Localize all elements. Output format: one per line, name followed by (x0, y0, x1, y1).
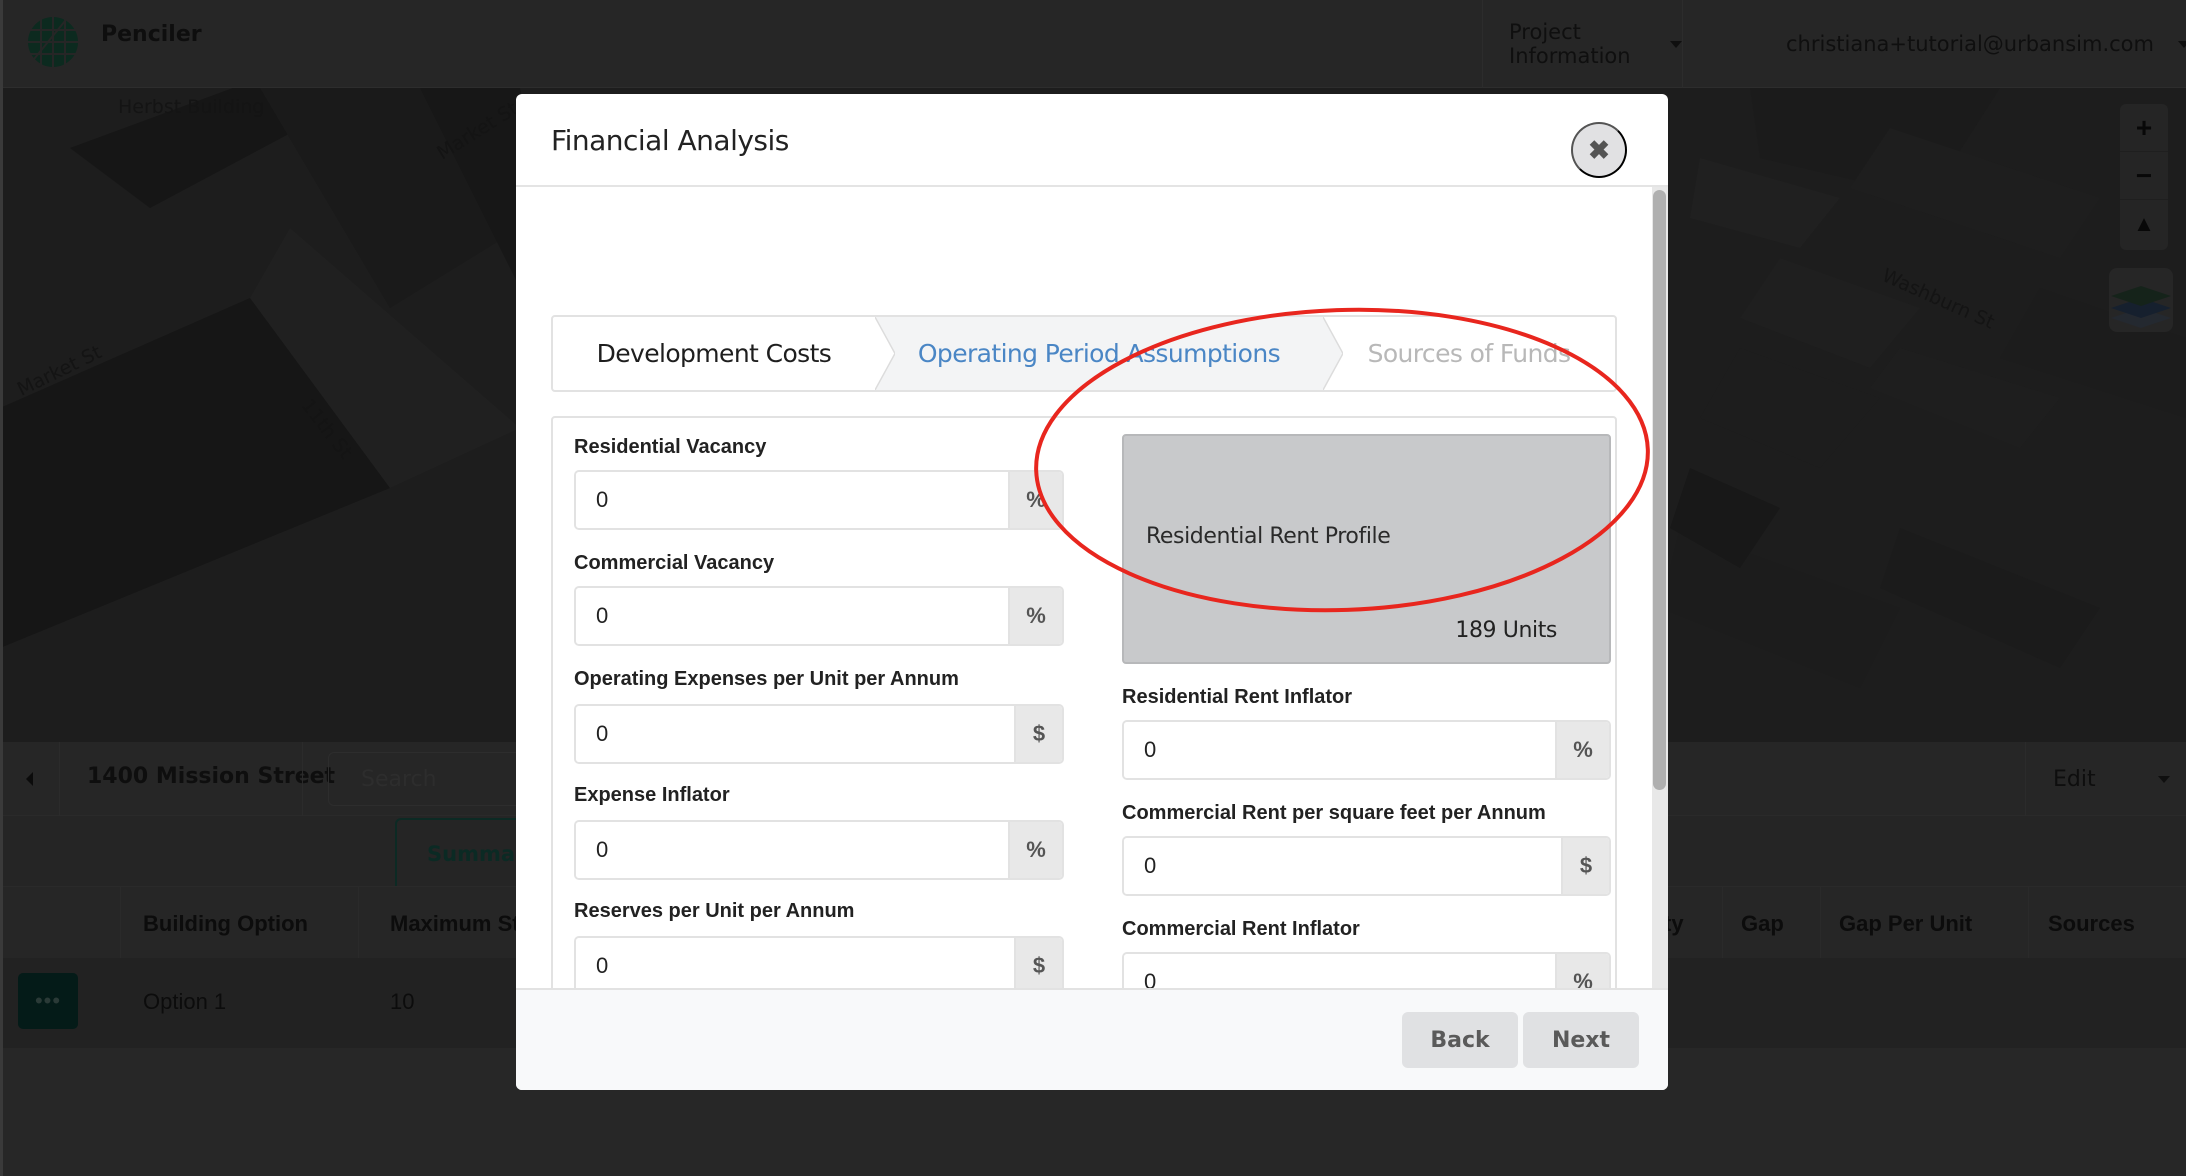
expense-inflator-input[interactable] (576, 822, 1008, 878)
project-information-menu[interactable]: Project Information (1482, 0, 1682, 88)
collapse-button[interactable] (0, 742, 60, 816)
step-label: Sources of Funds (1367, 339, 1571, 368)
project-name: 1400 Mission Street (87, 764, 336, 789)
percent-addon: % (1008, 472, 1062, 528)
expense-inflator-field: % (574, 820, 1064, 880)
residential-rent-inflator-label: Residential Rent Inflator (1122, 686, 1353, 708)
next-button[interactable]: Next (1523, 1012, 1639, 1068)
expense-inflator-label: Expense Inflator (574, 784, 730, 806)
residential-vacancy-input[interactable] (576, 472, 1008, 528)
operating-expenses-field: $ (574, 704, 1064, 764)
financial-analysis-modal: Financial Analysis ✖ Development Costs O… (516, 94, 1668, 1090)
commercial-vacancy-input[interactable] (576, 588, 1008, 644)
project-information-label: Project Information (1509, 20, 1631, 68)
compass-icon: ▲ (2133, 211, 2155, 236)
step-sources-of-funds[interactable]: Sources of Funds (1323, 317, 1615, 390)
residential-vacancy-field: % (574, 470, 1064, 530)
close-icon: ✖ (1588, 134, 1610, 165)
reserves-field: $ (574, 936, 1064, 988)
residential-vacancy-label: Residential Vacancy (574, 436, 767, 458)
percent-addon: % (1008, 588, 1062, 644)
caret-down-icon (2157, 775, 2170, 783)
dollar-addon: $ (1014, 938, 1062, 988)
percent-addon: % (1555, 954, 1609, 988)
reserves-label: Reserves per Unit per Annum (574, 900, 855, 922)
zoom-in-button[interactable]: + (2120, 104, 2168, 152)
modal-footer: Back Next (516, 988, 1668, 1090)
commercial-rent-input[interactable] (1124, 838, 1561, 894)
row-actions-button[interactable]: ••• (18, 973, 78, 1029)
step-chevron-icon (874, 317, 895, 390)
commercial-rent-label: Commercial Rent per square feet per Annu… (1122, 802, 1546, 824)
window-edge (0, 0, 3, 1176)
reserves-input[interactable] (576, 938, 1014, 988)
percent-addon: % (1555, 722, 1609, 778)
step-label: Operating Period Assumptions (917, 339, 1281, 368)
percent-addon: % (1008, 822, 1062, 878)
cell-maximum: 10 (390, 989, 415, 1014)
compass-button[interactable]: ▲ (2120, 200, 2168, 248)
modal-header: Financial Analysis ✖ (516, 94, 1668, 187)
step-development-costs[interactable]: Development Costs (553, 317, 875, 390)
zoom-out-button[interactable]: − (2120, 152, 2168, 200)
residential-rent-profile-card[interactable]: Residential Rent Profile 189 Units (1122, 434, 1611, 664)
map-navigation-controls: + − ▲ (2120, 104, 2168, 250)
layers-button[interactable] (2109, 268, 2173, 332)
commercial-vacancy-label: Commercial Vacancy (574, 552, 775, 574)
dollar-addon: $ (1014, 706, 1062, 762)
commercial-rent-field: $ (1122, 836, 1611, 896)
caret-down-icon (2177, 40, 2186, 48)
rent-profile-title: Residential Rent Profile (1146, 524, 1391, 549)
step-label: Development Costs (596, 339, 832, 368)
operating-expenses-input[interactable] (576, 706, 1014, 762)
step-chevron-icon (1323, 317, 1344, 390)
cell-building-option: Option 1 (143, 989, 227, 1014)
commercial-vacancy-field: % (574, 586, 1064, 646)
caret-down-icon (1670, 40, 1682, 48)
triangle-left-icon (26, 772, 33, 786)
operating-assumptions-form: Residential Vacancy % Commercial Vacancy… (551, 416, 1617, 988)
column-header-gap-per-unit[interactable]: Gap Per Unit (1839, 911, 1972, 937)
operating-expenses-label: Operating Expenses per Unit per Annum (574, 668, 959, 690)
back-button[interactable]: Back (1402, 1012, 1518, 1068)
modal-body: Development Costs Operating Period Assum… (516, 187, 1652, 988)
column-header-sources[interactable]: Sources (2048, 911, 2135, 937)
step-operating-period-assumptions[interactable]: Operating Period Assumptions (874, 317, 1324, 390)
edit-label: Edit (2053, 766, 2096, 792)
layers-icon (2111, 286, 2171, 328)
close-button[interactable]: ✖ (1571, 122, 1627, 178)
edit-menu[interactable]: Edit (2025, 742, 2186, 816)
commercial-rent-inflator-field: % (1122, 952, 1611, 988)
penciler-logo-icon (28, 17, 78, 67)
app-brand: Penciler (101, 22, 202, 47)
rent-profile-units: 189 Units (1455, 618, 1557, 643)
residential-rent-inflator-field: % (1122, 720, 1611, 780)
map-label-herbst-building: Herbst Building (118, 96, 265, 118)
column-header-maximum[interactable]: Maximum St (390, 911, 520, 937)
modal-scrollbar-thumb[interactable] (1653, 190, 1666, 790)
column-header-gap[interactable]: Gap (1741, 911, 1784, 937)
divider (302, 742, 303, 816)
top-navbar: Penciler Project Information christiana+… (0, 0, 2186, 88)
residential-rent-inflator-input[interactable] (1124, 722, 1555, 778)
commercial-rent-inflator-input[interactable] (1124, 954, 1555, 988)
wizard-steps: Development Costs Operating Period Assum… (551, 315, 1617, 392)
commercial-rent-inflator-label: Commercial Rent Inflator (1122, 918, 1360, 940)
dollar-addon: $ (1561, 838, 1609, 894)
modal-title: Financial Analysis (551, 124, 789, 157)
column-header-building-option[interactable]: Building Option (143, 911, 308, 937)
user-email: christiana+tutorial@urbansim.com (1786, 32, 2154, 56)
user-menu[interactable]: christiana+tutorial@urbansim.com (1682, 0, 2186, 88)
